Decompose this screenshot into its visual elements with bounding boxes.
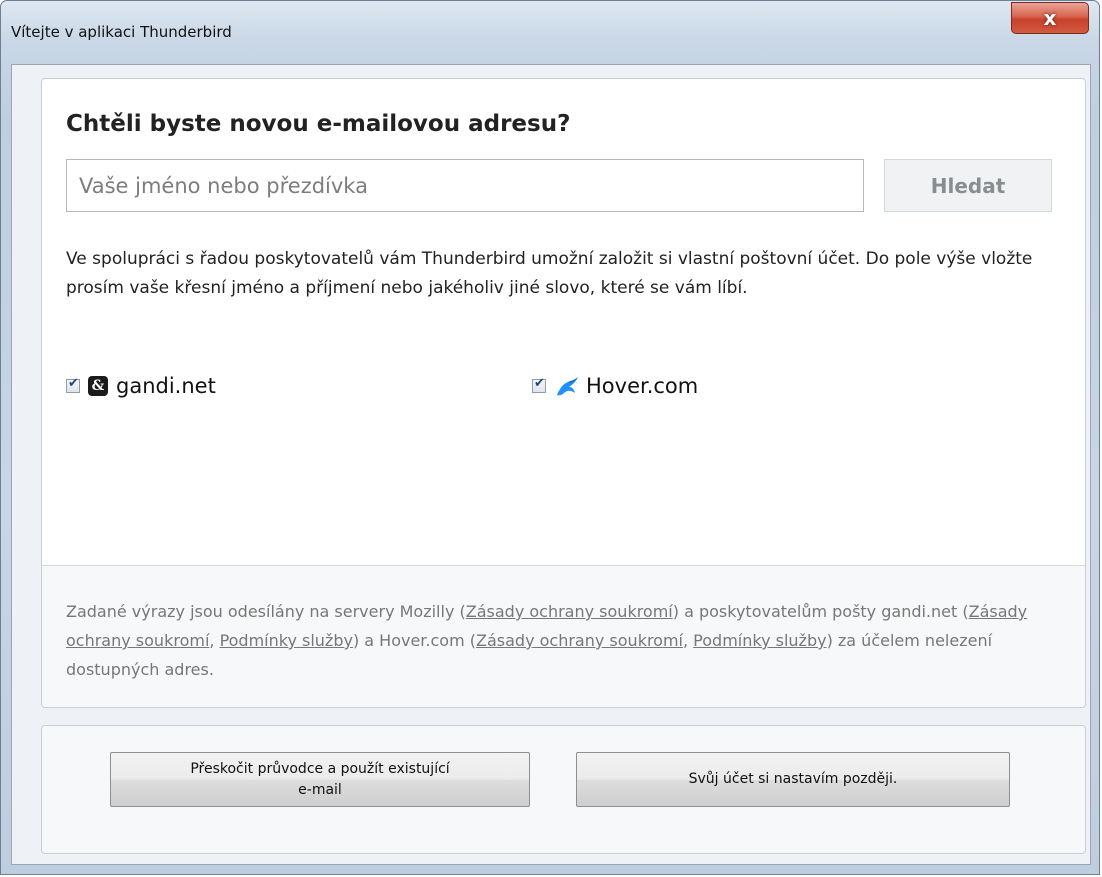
privacy-text: ,: [683, 631, 694, 650]
privacy-text: ) a Hover.com (: [352, 631, 476, 650]
provider-gandi: ✔ & gandi.net: [66, 374, 216, 398]
window-title: Vítejte v aplikaci Thunderbird: [11, 23, 232, 41]
privacy-text: ,: [209, 631, 220, 650]
new-email-panel: Chtěli byste novou e-mailovou adresu? Hl…: [41, 78, 1086, 708]
provider-gandi-checkbox[interactable]: ✔: [66, 376, 80, 393]
privacy-text: Zadané výrazy jsou odesílány na servery …: [66, 602, 466, 621]
search-input[interactable]: [66, 159, 864, 212]
skip-label-line2: e-mail: [298, 781, 342, 798]
checkmark-icon: ✔: [534, 376, 545, 391]
privacy-text: ) a poskytovatelům pošty gandi.net (: [672, 602, 969, 621]
search-button[interactable]: Hledat: [884, 159, 1052, 212]
provider-label: gandi.net: [116, 374, 216, 398]
checkmark-icon: ✔: [68, 376, 79, 391]
mozilla-privacy-link[interactable]: Zásady ochrany soukromí: [466, 602, 673, 621]
skip-label-line1: Přeskočit průvodce a použít existující: [190, 760, 450, 777]
hover-terms-link[interactable]: Podmínky služby: [693, 631, 826, 650]
privacy-notice: Zadané výrazy jsou odesílány na servery …: [66, 597, 1076, 684]
page-title: Chtěli byste novou e-mailovou adresu?: [66, 111, 571, 137]
hover-privacy-link[interactable]: Zásady ochrany soukromí: [476, 631, 683, 650]
close-button[interactable]: x: [1011, 2, 1089, 34]
provider-label: Hover.com: [586, 374, 699, 398]
gandi-icon: &: [88, 376, 108, 396]
skip-wizard-button[interactable]: Přeskočit průvodce a použít existující e…: [110, 752, 530, 807]
gandi-terms-link[interactable]: Podmínky služby: [220, 631, 353, 650]
setup-later-button[interactable]: Svůj účet si nastavím později.: [576, 752, 1010, 807]
provider-hover-checkbox[interactable]: ✔: [532, 376, 546, 393]
title-bar[interactable]: Vítejte v aplikaci Thunderbird x: [1, 1, 1099, 65]
close-icon: x: [1043, 6, 1057, 30]
dialog-body: Chtěli byste novou e-mailovou adresu? Hl…: [11, 64, 1091, 865]
wizard-window: Vítejte v aplikaci Thunderbird x Chtěli …: [0, 0, 1100, 875]
provider-hover: ✔ Hover.com: [532, 374, 698, 398]
description-text: Ve spolupráci s řadou poskytovatelů vám …: [66, 249, 1033, 298]
hover-icon: [557, 377, 578, 396]
button-panel: Přeskočit průvodce a použít existující e…: [41, 725, 1086, 854]
